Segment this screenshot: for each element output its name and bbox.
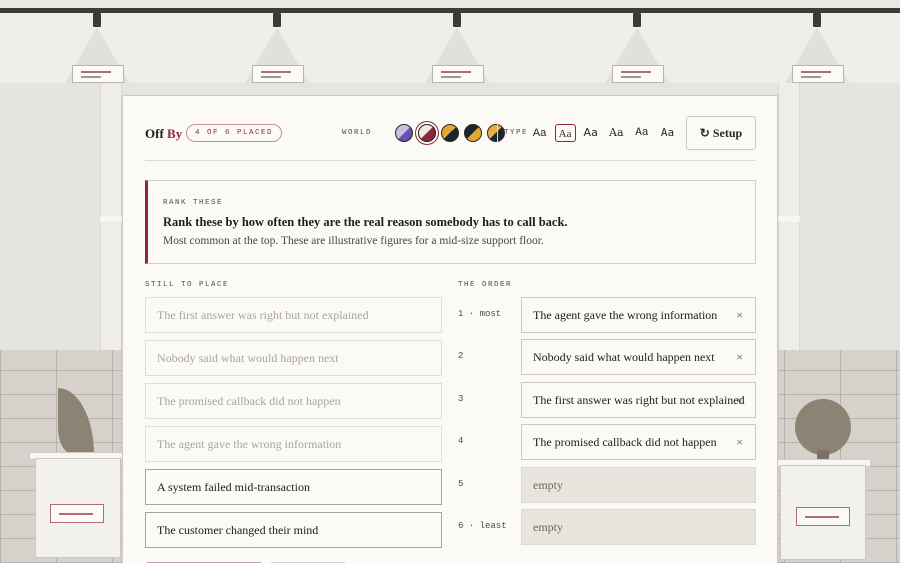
type-option-6[interactable]: Aa <box>657 124 678 142</box>
remove-icon[interactable]: × <box>736 298 743 332</box>
slot-text: Nobody said what would happen next <box>533 350 715 365</box>
toolbar-divider <box>497 121 498 143</box>
wall-sign <box>432 65 484 83</box>
wall-sign <box>72 65 124 83</box>
wall-sign <box>792 65 844 83</box>
progress-badge: 4 OF 6 PLACED <box>186 124 283 142</box>
wall-sign <box>612 65 664 83</box>
pool-card: The promised callback did not happen <box>145 383 442 419</box>
type-option-5[interactable]: Aa <box>631 124 652 142</box>
app-title-part2: By <box>167 126 183 141</box>
pool-label: STILL TO PLACE <box>145 281 230 289</box>
world-gold-navy-icon[interactable] <box>487 124 505 142</box>
setup-button[interactable]: ↻ Setup <box>686 116 756 150</box>
pool-card: The agent gave the wrong information <box>145 426 442 462</box>
slot-text: The first answer was right but not expla… <box>533 392 745 407</box>
prompt-label: RANK THESE <box>163 199 224 207</box>
type-label: TYPE <box>504 129 529 137</box>
order-slot[interactable]: Nobody said what would happen next × <box>521 339 756 376</box>
app-title-part1: Off <box>145 126 164 141</box>
prompt-subtitle: Most common at the top. These are illust… <box>163 235 544 247</box>
ceiling-lamp <box>453 13 461 27</box>
world-orange-navy-icon[interactable] <box>464 124 482 142</box>
prompt-title: Rank these by how often they are the rea… <box>163 215 568 229</box>
pool-card: Nobody said what would happen next <box>145 340 442 376</box>
rank-label: 4 <box>458 436 464 447</box>
world-violet-icon[interactable] <box>395 124 413 142</box>
prompt-card: RANK THESE Rank these by how often they … <box>145 180 756 264</box>
empty-slot[interactable]: empty <box>521 466 756 503</box>
order-slot[interactable]: The promised callback did not happen × <box>521 424 756 461</box>
pool-card[interactable]: The customer changed their mind <box>145 512 442 548</box>
toolbar: Off By 4 OF 6 PLACED WORLD TYPE Aa Aa Aa Aa… <box>145 116 756 161</box>
type-option-4[interactable]: Aa <box>606 124 627 142</box>
rank-label: 1 · most <box>458 309 502 319</box>
type-option-2[interactable]: Aa <box>554 124 576 142</box>
remove-icon[interactable]: × <box>736 383 743 417</box>
rank-label: 6 · least <box>458 521 507 531</box>
pool-card[interactable]: A system failed mid-transaction <box>145 469 442 505</box>
slot-text: The promised callback did not happen <box>533 435 717 450</box>
world-amber-navy-icon[interactable] <box>441 124 459 142</box>
remove-icon[interactable]: × <box>736 340 743 374</box>
world-crimson-icon[interactable] <box>418 124 436 142</box>
desk-nameplate <box>796 507 850 526</box>
empty-slot[interactable]: empty <box>521 509 756 545</box>
order-slot[interactable]: The first answer was right but not expla… <box>521 381 756 418</box>
type-option-1[interactable]: Aa <box>529 124 550 142</box>
game-panel: Off By 4 OF 6 PLACED WORLD TYPE Aa Aa Aa Aa… <box>122 95 778 563</box>
ceiling-lamp <box>93 13 101 27</box>
slot-text: The agent gave the wrong information <box>533 308 718 322</box>
order-slot[interactable]: The agent gave the wrong information × <box>521 297 756 333</box>
wall-sign <box>252 65 304 83</box>
order-label: THE ORDER <box>458 281 513 289</box>
desk-nameplate <box>50 504 104 523</box>
type-option-3[interactable]: Aa <box>580 124 601 142</box>
rank-label: 5 <box>458 478 464 489</box>
ceiling-rail <box>0 8 900 13</box>
app-title: Off By <box>145 126 182 142</box>
ceiling-lamp <box>273 13 281 27</box>
rank-label: 3 <box>458 393 464 404</box>
ceiling-lamp <box>813 13 821 27</box>
wall-shelf <box>100 216 122 222</box>
ceiling-lamp <box>633 13 641 27</box>
rank-label: 2 <box>458 351 464 362</box>
tree-illustration <box>795 399 851 455</box>
remove-icon[interactable]: × <box>736 425 743 459</box>
wall-shelf <box>778 216 800 222</box>
slot-text: empty <box>533 477 563 492</box>
slot-text: empty <box>533 520 563 534</box>
pool-card: The first answer was right but not expla… <box>145 297 442 333</box>
world-label: WORLD <box>342 129 373 137</box>
